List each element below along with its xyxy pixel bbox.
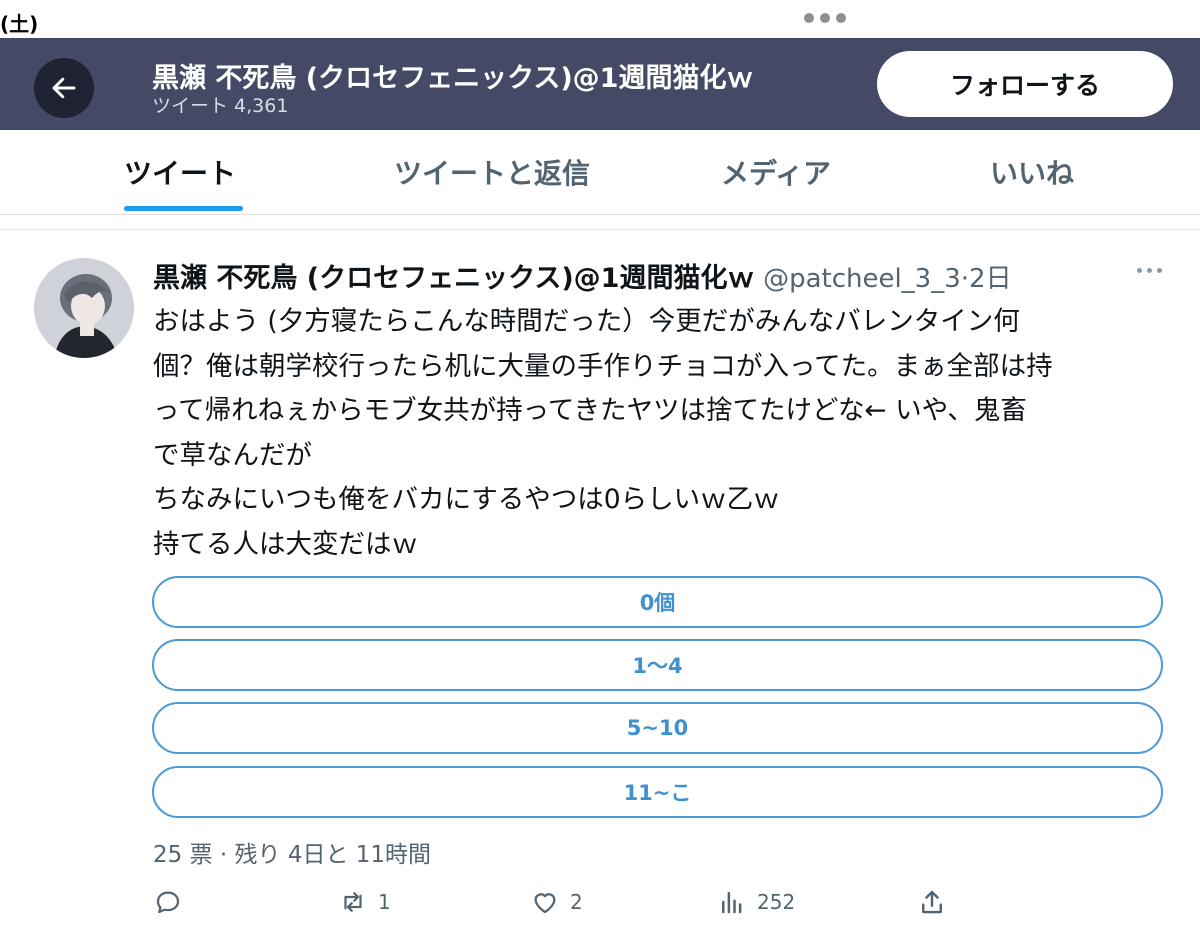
poll-option[interactable]: 5~10 xyxy=(152,702,1163,754)
tweet-author-name[interactable]: 黒瀬 不死鳥 (クロセフェニックス)@1週間猫化ｗ xyxy=(153,263,754,294)
poll-option[interactable]: 11~こ xyxy=(152,766,1163,818)
heart-icon xyxy=(534,893,556,914)
share-button[interactable] xyxy=(917,885,947,919)
tab-likes[interactable]: いいね xyxy=(990,152,1074,192)
poll-option[interactable]: 1〜4 xyxy=(152,639,1163,691)
tab-tweets-and-replies[interactable]: ツイートと返信 xyxy=(394,152,590,192)
tweet-line: おはよう (夕方寝たらこんな時間だった）今更だがみんなバレンタイン何 xyxy=(153,306,1020,337)
tweet-line: ちなみにいつも俺をバカにするやつは0らしいｗ乙ｗ xyxy=(153,484,780,515)
divider xyxy=(0,229,1200,230)
back-arrow-icon xyxy=(52,77,76,99)
like-button[interactable]: 2 xyxy=(530,885,583,919)
like-count: 2 xyxy=(570,890,583,914)
profile-header: 黒瀬 不死鳥 (クロセフェニックス)@1週間猫化ｗ ツイート 4,361 フォロ… xyxy=(0,38,1200,130)
retweet-count: 1 xyxy=(378,890,391,914)
tweet-time[interactable]: ·2日 xyxy=(961,264,1012,294)
more-options-icon[interactable] xyxy=(1137,268,1162,273)
tweet-line: って帰れねぇからモブ女共が持ってきたヤツは捨てたけどな← いや、鬼畜 xyxy=(153,395,1027,426)
tweet-line: で草なんだが xyxy=(153,439,312,471)
header-title: 黒瀬 不死鳥 (クロセフェニックス)@1週間猫化ｗ xyxy=(152,63,754,94)
retweet-button[interactable]: 1 xyxy=(338,885,391,919)
tab-media[interactable]: メディア xyxy=(721,152,831,192)
back-button[interactable] xyxy=(34,58,94,118)
poll-option[interactable]: 0個 xyxy=(152,576,1163,628)
tab-tweets[interactable]: ツイート xyxy=(124,152,236,192)
tweet-line: 持てる人は大変だはｗ xyxy=(153,528,418,560)
profile-tabs: ツイート ツイートと返信 メディア いいね xyxy=(0,130,1200,215)
status-bar: (土) xyxy=(0,0,1200,38)
tweet-handle[interactable]: @patcheel_3_3 xyxy=(763,264,961,294)
share-icon xyxy=(922,890,942,914)
tweet-text: おはよう (夕方寝たらこんな時間だった）今更だがみんなバレンタイン何 個？俺は朝… xyxy=(153,300,1173,567)
reply-icon xyxy=(156,891,180,914)
status-time: (土) xyxy=(0,12,39,36)
views-chart-icon xyxy=(722,892,742,914)
avatar[interactable] xyxy=(34,258,134,358)
poll-info: 25 票 · 残り 4日と 11時間 xyxy=(153,842,432,868)
views-count: 252 xyxy=(757,890,796,914)
reply-button[interactable] xyxy=(153,885,183,919)
views-button[interactable]: 252 xyxy=(717,885,795,919)
header-tweet-count: ツイート 4,361 xyxy=(152,95,289,117)
follow-button[interactable]: フォローする xyxy=(877,51,1173,117)
tweet-header: 黒瀬 不死鳥 (クロセフェニックス)@1週間猫化ｗ @patcheel_3_3·… xyxy=(153,256,1012,295)
retweet-icon xyxy=(344,892,362,912)
multitask-dots-icon[interactable] xyxy=(804,13,846,23)
active-tab-indicator xyxy=(124,206,243,211)
tweet-line: 個？俺は朝学校行ったら机に大量の手作りチョコが入ってた。まぁ全部は持 xyxy=(153,350,1053,382)
